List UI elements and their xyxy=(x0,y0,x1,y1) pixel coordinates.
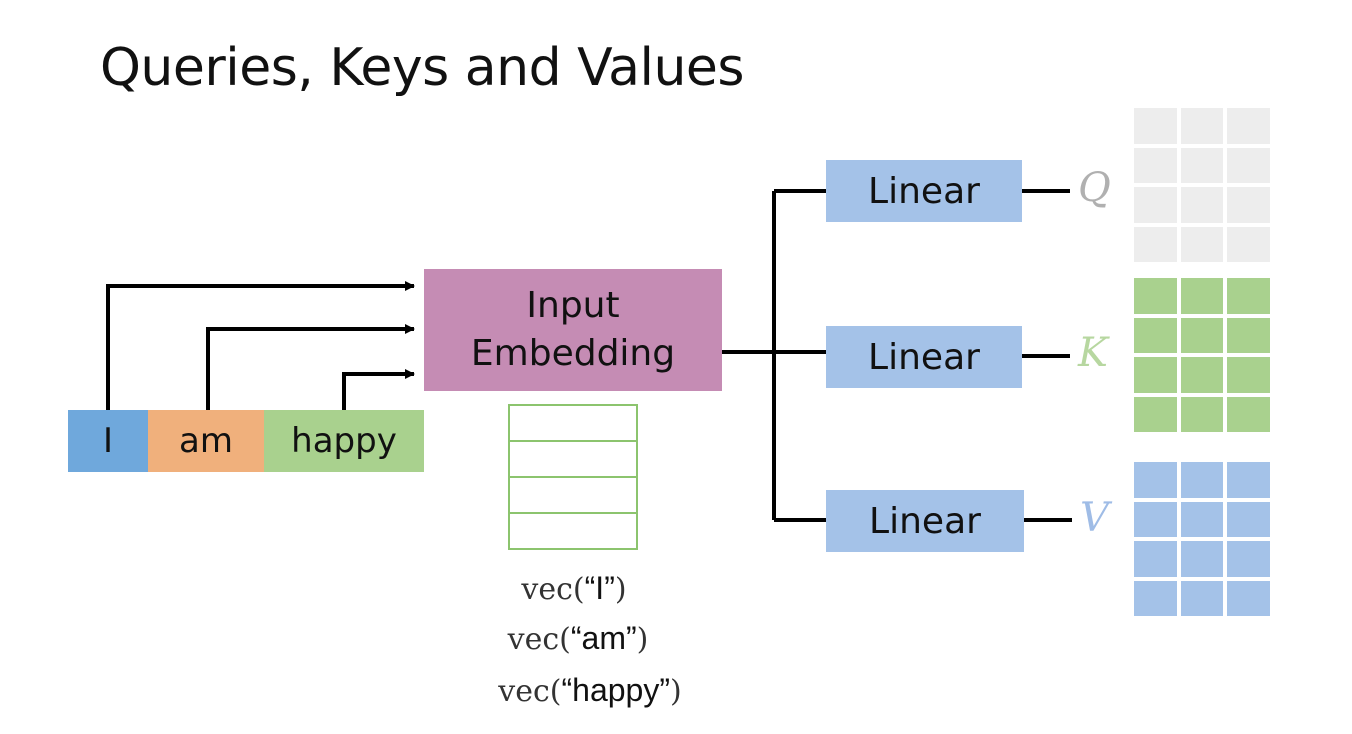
matrix-cell xyxy=(1227,396,1270,432)
input-embedding-block: Input Embedding xyxy=(424,269,722,391)
key-matrix xyxy=(1134,278,1270,432)
embedding-label-line2: Embedding xyxy=(470,333,676,374)
matrix-cell xyxy=(1134,541,1177,577)
slide: Queries, Keys and Values I am happy Inpu… xyxy=(0,0,1352,734)
matrix-cell xyxy=(1134,357,1177,393)
value-symbol: V xyxy=(1080,495,1109,541)
matrix-cell xyxy=(1227,501,1270,537)
matrix-cell xyxy=(1227,541,1270,577)
matrix-cell xyxy=(1134,147,1177,183)
matrix-cell xyxy=(1227,226,1270,262)
matrix-cell xyxy=(1180,462,1224,498)
matrix-cell xyxy=(1227,108,1270,144)
value-matrix xyxy=(1134,462,1270,616)
matrix-cell xyxy=(1134,187,1177,223)
matrix-cell xyxy=(1134,226,1177,262)
query-symbol: Q xyxy=(1078,165,1111,211)
matrix-cell xyxy=(1180,187,1224,223)
matrix-cell xyxy=(1180,278,1224,314)
matrix-cell xyxy=(1227,580,1270,616)
embedding-vector-row xyxy=(510,406,636,442)
matrix-cell xyxy=(1227,462,1270,498)
linear-block-key: Linear xyxy=(826,326,1022,388)
arrow-token-happy xyxy=(342,369,415,410)
vec-label-I: vec(“I”) xyxy=(521,570,627,607)
matrix-cell xyxy=(1134,108,1177,144)
matrix-cell xyxy=(1227,317,1270,353)
matrix-cell xyxy=(1134,317,1177,353)
matrix-cell xyxy=(1134,278,1177,314)
matrix-cell xyxy=(1227,357,1270,393)
token-happy: happy xyxy=(264,410,424,472)
embedding-vector-row xyxy=(510,442,636,478)
embedding-vector-row xyxy=(510,478,636,514)
embedding-label-line1: Input xyxy=(526,285,620,326)
matrix-cell xyxy=(1134,396,1177,432)
arrow-token-I xyxy=(106,281,415,410)
matrix-cell xyxy=(1227,147,1270,183)
matrix-cell xyxy=(1134,462,1177,498)
arrow-token-am xyxy=(206,324,415,410)
query-matrix xyxy=(1134,108,1270,262)
matrix-cell xyxy=(1227,278,1270,314)
key-symbol: K xyxy=(1078,330,1108,376)
matrix-cell xyxy=(1180,317,1224,353)
token-am: am xyxy=(148,410,264,472)
linear-block-value: Linear xyxy=(826,490,1024,552)
embedding-vector-row xyxy=(510,514,636,548)
matrix-cell xyxy=(1180,108,1224,144)
matrix-cell xyxy=(1180,147,1224,183)
vec-label-happy: vec(“happy”) xyxy=(498,672,682,709)
matrix-cell xyxy=(1180,396,1224,432)
matrix-cell xyxy=(1134,501,1177,537)
vec-label-am: vec(“am”) xyxy=(507,620,649,657)
token-I: I xyxy=(68,410,148,472)
linear-block-query: Linear xyxy=(826,160,1022,222)
matrix-cell xyxy=(1180,226,1224,262)
matrix-cell xyxy=(1227,187,1270,223)
embedding-vector-stack xyxy=(508,404,638,550)
matrix-cell xyxy=(1180,541,1224,577)
matrix-cell xyxy=(1134,580,1177,616)
matrix-cell xyxy=(1180,501,1224,537)
matrix-cell xyxy=(1180,357,1224,393)
matrix-cell xyxy=(1180,580,1224,616)
